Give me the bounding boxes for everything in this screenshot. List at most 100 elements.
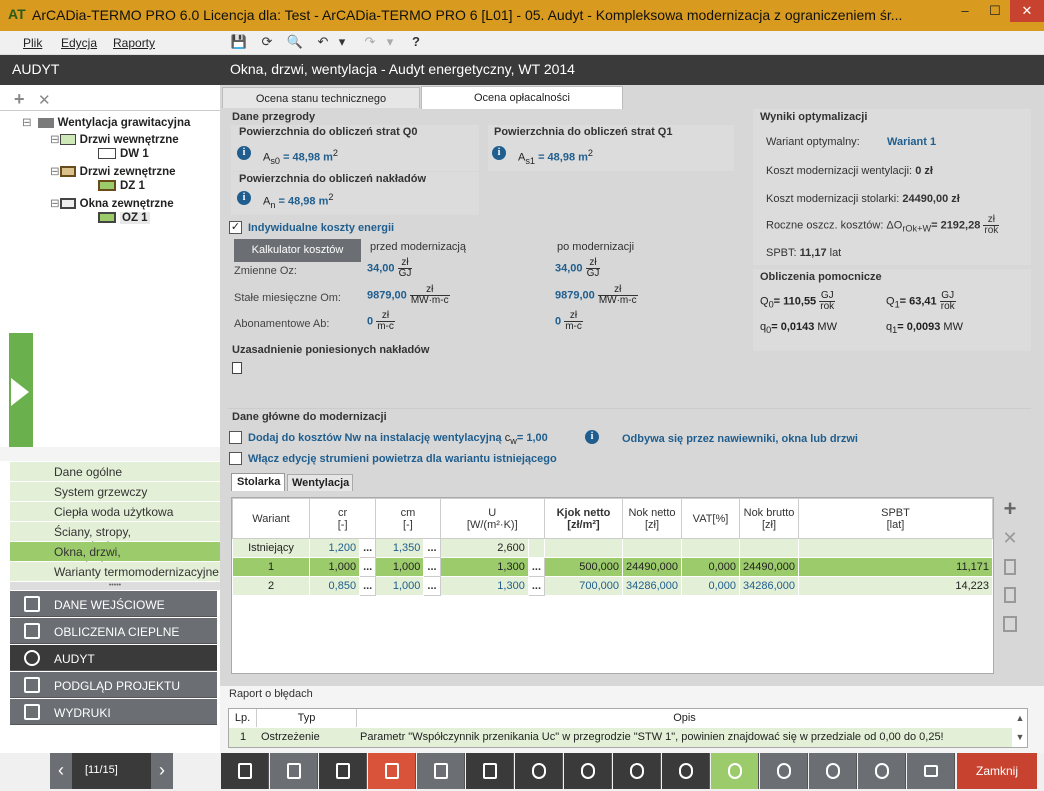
- nav-system-grzewczy[interactable]: System grzewczy: [10, 482, 220, 502]
- before-value[interactable]: 9879,00 zł MW·m-c: [367, 285, 450, 306]
- calculator-icon[interactable]: [1003, 616, 1017, 632]
- next-page-button[interactable]: ›: [151, 753, 173, 789]
- ellipsis-button[interactable]: ...: [423, 557, 441, 577]
- error-scrollbar[interactable]: ▲ ▼: [1013, 709, 1027, 747]
- after-value[interactable]: 0 zł m-c: [555, 311, 583, 332]
- redo-dropdown-icon[interactable]: ▾: [384, 34, 396, 50]
- after-value[interactable]: 34,00 zł GJ: [555, 258, 601, 279]
- after-value[interactable]: 9879,00 zł MW·m-c: [555, 285, 638, 306]
- preview-icon[interactable]: 🔍: [285, 34, 305, 50]
- paste-icon[interactable]: [1004, 587, 1016, 603]
- tree-item-dz1[interactable]: DZ 1: [98, 180, 145, 192]
- tab-ocena-oplacalnosci[interactable]: Ocena opłacalności: [421, 86, 623, 109]
- splitter-handle[interactable]: •••••: [10, 582, 220, 590]
- table-row[interactable]: 1 1,000 ... 1,000 ... 1,300 ... 500,000 …: [232, 557, 993, 577]
- section-audyt[interactable]: AUDYT: [10, 645, 217, 671]
- before-value[interactable]: 34,00 zł GJ: [367, 258, 413, 279]
- tree-item-drzwi-zewnetrzne[interactable]: ⊟ Drzwi zewnętrzne: [50, 164, 176, 178]
- cell-u[interactable]: 1,300: [439, 557, 529, 577]
- ellipsis-button[interactable]: ...: [359, 576, 377, 596]
- remove-icon[interactable]: ✕: [38, 91, 51, 109]
- cell-cm[interactable]: 1,000: [375, 557, 425, 577]
- table-row[interactable]: 2 0,850 ... 1,000 ... 1,300 ... 700,000 …: [232, 576, 993, 596]
- cell-vat[interactable]: 0,000: [681, 576, 740, 596]
- ellipsis-button[interactable]: ...: [359, 557, 377, 577]
- undo-dropdown-icon[interactable]: ▾: [336, 34, 348, 50]
- tab-ocena-stanu[interactable]: Ocena stanu technicznego: [222, 87, 420, 108]
- tool-button-12[interactable]: [760, 753, 808, 789]
- info-icon[interactable]: i: [585, 430, 599, 444]
- tool-button-9[interactable]: [613, 753, 661, 789]
- nav-sciany[interactable]: Ściany, stropy, stropodachy: [10, 522, 220, 553]
- info-icon[interactable]: i: [237, 146, 251, 160]
- add-row-icon[interactable]: +: [1002, 498, 1018, 520]
- notes-icon[interactable]: [232, 362, 242, 374]
- cell-cr[interactable]: 0,850: [308, 576, 361, 596]
- tool-button-7[interactable]: [515, 753, 563, 789]
- close-window-button[interactable]: ✕: [1010, 0, 1044, 22]
- before-value[interactable]: 0 zł m-c: [367, 311, 395, 332]
- menu-edycja[interactable]: Edycja: [61, 36, 97, 50]
- tool-button-2[interactable]: [270, 753, 318, 789]
- tab-wentylacja[interactable]: Wentylacja: [287, 474, 353, 491]
- table-row[interactable]: Istniejący 1,200 ... 1,350 ... 2,600: [232, 538, 993, 558]
- redo-icon[interactable]: ↷: [360, 34, 380, 50]
- tool-button-13[interactable]: [809, 753, 857, 789]
- section-obliczenia-cieplne[interactable]: OBLICZENIA CIEPLNE: [10, 618, 217, 644]
- cell-cr[interactable]: 1,000: [308, 557, 361, 577]
- add-icon[interactable]: +: [14, 89, 25, 110]
- maximize-button[interactable]: ☐: [980, 0, 1010, 22]
- info-icon[interactable]: i: [492, 146, 506, 160]
- cell-kjok[interactable]: 700,000: [544, 576, 623, 596]
- ellipsis-button[interactable]: ...: [527, 576, 546, 596]
- cell-cr[interactable]: 1,200: [308, 538, 361, 558]
- tree-item-oz1[interactable]: OZ 1: [98, 212, 150, 224]
- cell-kjok[interactable]: [544, 538, 623, 558]
- tool-button-14[interactable]: [858, 753, 906, 789]
- ellipsis-button[interactable]: ...: [423, 538, 441, 558]
- tool-button-1[interactable]: [221, 753, 269, 789]
- help-icon[interactable]: ?: [406, 34, 426, 49]
- ellipsis-button[interactable]: ...: [423, 576, 441, 596]
- tree-item-wentylacja[interactable]: ⊟ Wentylacja grawitacyjna: [22, 115, 190, 129]
- nav-warianty[interactable]: Warianty termomodernizacyjne: [10, 562, 220, 582]
- zamknij-button[interactable]: Zamknij: [957, 753, 1037, 789]
- nav-okna-drzwi[interactable]: Okna, drzwi, wentylacja: [10, 542, 220, 573]
- cell-vat[interactable]: [681, 538, 740, 558]
- tool-button-15[interactable]: [907, 753, 955, 789]
- checkbox-dodaj-koszty[interactable]: [229, 431, 242, 444]
- cell-u[interactable]: 1,300: [439, 576, 529, 596]
- checkbox-wlacz-edycje[interactable]: [229, 452, 242, 465]
- kalkulator-button[interactable]: Kalkulator kosztów: [234, 239, 361, 262]
- tree-item-drzwi-wewnetrzne[interactable]: ⊟ Drzwi wewnętrzne: [50, 132, 179, 146]
- section-wydruki[interactable]: WYDRUKI: [10, 699, 217, 725]
- tool-button-3[interactable]: [319, 753, 367, 789]
- cell-kjok[interactable]: 500,000: [544, 557, 623, 577]
- collapse-panel-button[interactable]: [9, 333, 33, 453]
- minimize-button[interactable]: –: [950, 0, 980, 22]
- save-icon[interactable]: 💾: [229, 34, 249, 50]
- tool-button-6[interactable]: [466, 753, 514, 789]
- nav-dane-ogolne[interactable]: Dane ogólne: [10, 462, 220, 482]
- tool-button-4[interactable]: [368, 753, 416, 789]
- tool-button-5[interactable]: [417, 753, 465, 789]
- info-icon[interactable]: i: [237, 191, 251, 205]
- cell-u[interactable]: 2,600: [439, 538, 529, 558]
- tool-button-8[interactable]: [564, 753, 612, 789]
- nav-ciepla-woda[interactable]: Ciepła woda użytkowa: [10, 502, 220, 522]
- ellipsis-button[interactable]: ...: [359, 538, 377, 558]
- copy-row-icon[interactable]: [1004, 559, 1016, 575]
- section-dane-wejsciowe[interactable]: DANE WEJŚCIOWE: [10, 591, 217, 617]
- delete-row-icon[interactable]: ✕: [1002, 529, 1018, 547]
- cell-cm[interactable]: 1,350: [375, 538, 425, 558]
- error-row[interactable]: 1 Ostrzeżenie Parametr "Współczynnik prz…: [229, 728, 1012, 747]
- prev-page-button[interactable]: ‹: [50, 753, 72, 789]
- menu-raporty[interactable]: Raporty: [113, 36, 155, 50]
- ellipsis-button[interactable]: ...: [527, 557, 546, 577]
- undo-icon[interactable]: ↶: [313, 34, 333, 50]
- tool-button-11[interactable]: [711, 753, 759, 789]
- tab-stolarka[interactable]: Stolarka: [231, 473, 285, 491]
- menu-plik[interactable]: Plik: [23, 36, 42, 50]
- tool-button-10[interactable]: [662, 753, 710, 789]
- section-podglad-projektu[interactable]: PODGLĄD PROJEKTU: [10, 672, 217, 698]
